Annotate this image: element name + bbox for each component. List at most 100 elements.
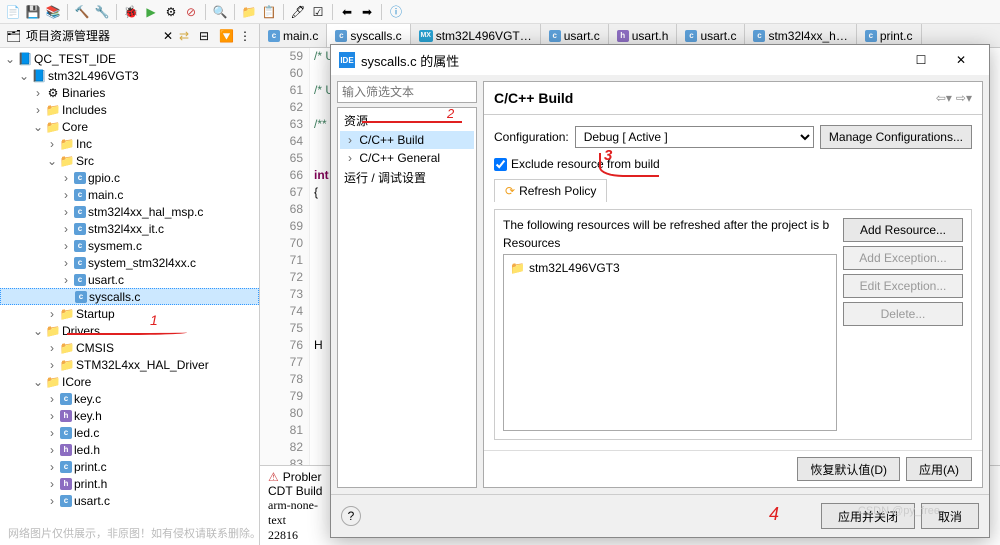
tree-item[interactable]: ›⚙ Binaries — [0, 84, 259, 101]
editor-tab[interactable]: cmain.c — [260, 24, 327, 47]
annotation-underline-1 — [67, 330, 187, 335]
annotation-mark-2: 2 — [447, 106, 454, 121]
help-button[interactable]: ? — [341, 506, 361, 526]
menu-icon[interactable]: ⋮ — [239, 29, 253, 43]
refresh-icon: ⟳ — [505, 184, 515, 198]
explorer-tab[interactable]: 🗂 项目资源管理器 ✕ ⇄ ⊟ 🔽 ⋮ — [0, 24, 259, 48]
folder-icon: 📁 — [510, 261, 525, 275]
back-icon[interactable]: ⬅ — [338, 3, 356, 21]
filter-input[interactable] — [337, 81, 477, 103]
back-nav-icon[interactable]: ⇦▾ — [936, 91, 952, 105]
debug-icon[interactable]: 🐞 — [122, 3, 140, 21]
category-item[interactable]: › C/C++ Build — [340, 131, 474, 149]
tree-item[interactable]: ›c gpio.c — [0, 169, 259, 186]
resource-list[interactable]: 📁stm32L496VGT3 — [503, 254, 837, 431]
add-resource-button[interactable]: Add Resource... — [843, 218, 963, 242]
apply-button[interactable]: 应用(A) — [906, 457, 972, 481]
tree-item[interactable]: ›📁 Includes — [0, 101, 259, 118]
watermark: 网络图片仅供展示，非原图！如有侵权请联系删除。 — [8, 525, 261, 541]
explorer-icon: 🗂 — [6, 29, 20, 43]
page-heading: C/C++ Build — [494, 90, 932, 106]
close-button[interactable]: ✕ — [941, 46, 981, 74]
resources-label: Resources — [503, 236, 837, 250]
tree-item[interactable]: ›c main.c — [0, 186, 259, 203]
manage-config-button[interactable]: Manage Configurations... — [820, 125, 972, 149]
restore-defaults-button[interactable]: 恢复默认值(D) — [797, 457, 900, 481]
maximize-button[interactable]: ☐ — [901, 46, 941, 74]
tree-item[interactable]: ›c system_stm32l4xx.c — [0, 254, 259, 271]
run-icon[interactable]: ▶ — [142, 3, 160, 21]
tree-item[interactable]: ›c stm32l4xx_it.c — [0, 220, 259, 237]
problems-icon: ⚠ — [268, 470, 279, 484]
resource-item[interactable]: 📁stm32L496VGT3 — [508, 259, 832, 277]
problems-tab-label: Probler — [283, 470, 322, 484]
category-item[interactable]: › C/C++ General — [340, 149, 474, 167]
project-tree[interactable]: ⌄📘 QC_TEST_IDE⌄📘 stm32L496VGT3›⚙ Binarie… — [0, 48, 259, 545]
project-explorer: 🗂 项目资源管理器 ✕ ⇄ ⊟ 🔽 ⋮ ⌄📘 QC_TEST_IDE⌄📘 stm… — [0, 24, 260, 545]
tree-item[interactable]: ›c led.c — [0, 424, 259, 441]
config-icon[interactable]: ⚙ — [162, 3, 180, 21]
edit-exception-button: Edit Exception... — [843, 274, 963, 298]
saveall-icon[interactable]: 📚 — [44, 3, 62, 21]
watermark-csdn: CSDN @py_free — [858, 505, 940, 517]
tree-item[interactable]: ⌄📘 QC_TEST_IDE — [0, 50, 259, 67]
main-toolbar: 📄 💾 📚 🔨 🔧 🐞 ▶ ⚙ ⊘ 🔍 📁 📋 🖊 ☑ ⬅ ➡ ⓘ — [0, 0, 1000, 24]
tree-item[interactable]: ⌄📘 stm32L496VGT3 — [0, 67, 259, 84]
tree-item[interactable]: ›c usart.c — [0, 492, 259, 509]
filter-icon[interactable]: 🔽 — [219, 29, 233, 43]
tree-item[interactable]: ›h led.h — [0, 441, 259, 458]
tree-item[interactable]: ›c usart.c — [0, 271, 259, 288]
exclude-checkbox[interactable] — [494, 158, 507, 171]
category-item[interactable]: 运行 / 调试设置 — [340, 167, 474, 188]
refresh-policy-tab[interactable]: ⟳ Refresh Policy — [494, 179, 607, 202]
annotation-mark-1: 1 — [150, 312, 158, 328]
refresh-tab-label: Refresh Policy — [519, 184, 596, 198]
tree-item[interactable]: ›📁 CMSIS — [0, 339, 259, 356]
tree-item[interactable]: c syscalls.c — [0, 288, 259, 305]
tree-item[interactable]: ⌄📁 Core — [0, 118, 259, 135]
tree-item[interactable]: ›c key.c — [0, 390, 259, 407]
fwd-icon[interactable]: ➡ — [358, 3, 376, 21]
refresh-desc: The following resources will be refreshe… — [503, 218, 837, 232]
fwd-nav-icon[interactable]: ⇨▾ — [956, 91, 972, 105]
tree-item[interactable]: ›c sysmem.c — [0, 237, 259, 254]
config-select[interactable]: Debug [ Active ] — [575, 126, 814, 148]
icon3[interactable]: 📋 — [260, 3, 278, 21]
tree-item[interactable]: ⌄📁 ICore — [0, 373, 259, 390]
tool-icon[interactable]: 🔧 — [93, 3, 111, 21]
tree-item[interactable]: ›c print.c — [0, 458, 259, 475]
build-icon[interactable]: 🔨 — [73, 3, 91, 21]
dialog-sidebar: 资源› C/C++ Build› C/C++ General运行 / 调试设置 … — [337, 81, 477, 488]
icon4[interactable]: 🖊 — [289, 3, 307, 21]
tree-item[interactable]: ›h key.h — [0, 407, 259, 424]
dialog-title: syscalls.c 的属性 — [361, 51, 901, 70]
dialog-content: C/C++ Build ⇦▾ ⇨▾ Configuration: Debug [… — [483, 81, 983, 488]
tree-item[interactable]: ›c stm32l4xx_hal_msp.c — [0, 203, 259, 220]
config-label: Configuration: — [494, 130, 569, 144]
tree-item[interactable]: ›📁 Inc — [0, 135, 259, 152]
tree-item[interactable]: ›h print.h — [0, 475, 259, 492]
tree-item[interactable]: ›📁 Startup — [0, 305, 259, 322]
add-exception-button: Add Exception... — [843, 246, 963, 270]
dialog-titlebar[interactable]: IDE syscalls.c 的属性 ☐ ✕ — [331, 45, 989, 75]
annotation-curve-3 — [599, 153, 659, 177]
save-icon[interactable]: 💾 — [24, 3, 42, 21]
close-icon[interactable]: ✕ — [163, 29, 173, 43]
delete-button: Delete... — [843, 302, 963, 326]
icon2[interactable]: 📁 — [240, 3, 258, 21]
ide-icon: IDE — [339, 52, 355, 68]
category-tree[interactable]: 资源› C/C++ Build› C/C++ General运行 / 调试设置 — [337, 107, 477, 488]
search-icon[interactable]: 🔍 — [211, 3, 229, 21]
link-icon[interactable]: ⇄ — [179, 29, 193, 43]
icon5[interactable]: ☑ — [309, 3, 327, 21]
line-gutter: 5960616263646566676869707172737475767778… — [260, 48, 310, 465]
explorer-title: 项目资源管理器 — [26, 27, 157, 44]
stop-icon[interactable]: ⊘ — [182, 3, 200, 21]
annotation-mark-4: 4 — [769, 504, 779, 525]
properties-dialog: IDE syscalls.c 的属性 ☐ ✕ 资源› C/C++ Build› … — [330, 44, 990, 538]
info-icon[interactable]: ⓘ — [387, 3, 405, 21]
tree-item[interactable]: ›📁 STM32L4xx_HAL_Driver — [0, 356, 259, 373]
collapse-icon[interactable]: ⊟ — [199, 29, 213, 43]
new-icon[interactable]: 📄 — [4, 3, 22, 21]
tree-item[interactable]: ⌄📁 Src — [0, 152, 259, 169]
